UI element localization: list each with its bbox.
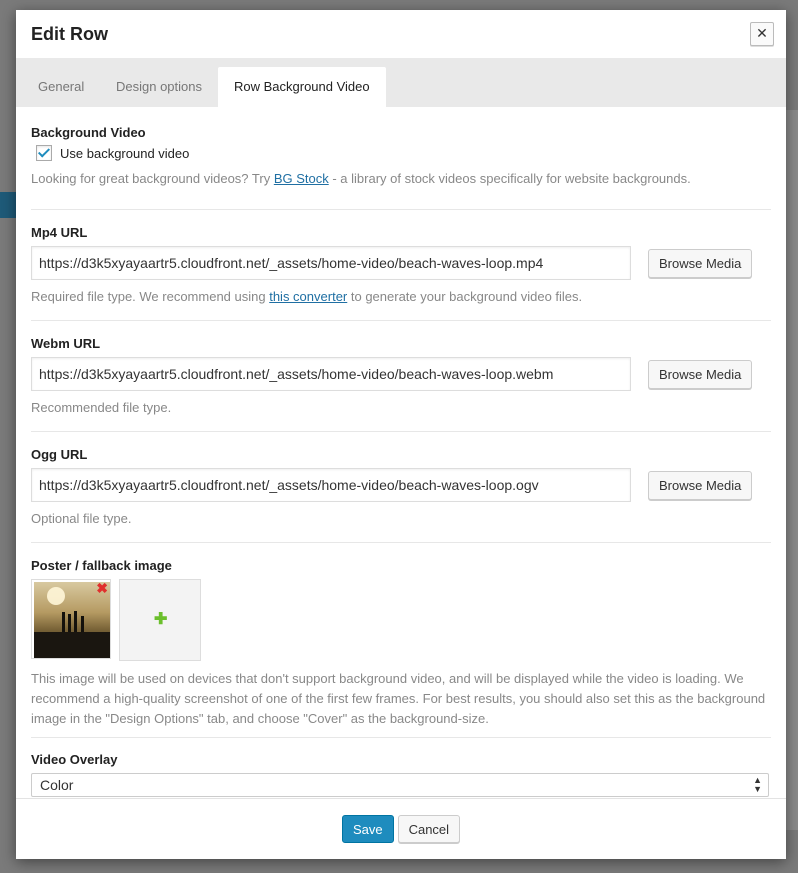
close-icon[interactable]: ✕ <box>750 22 774 46</box>
ogg-section: Ogg URL Browse Media Optional file type. <box>31 432 771 543</box>
webm-row: Browse Media <box>31 357 771 391</box>
overlay-select[interactable]: Color ▲ ▼ <box>31 773 769 797</box>
tab-bar: General Design options Row Background Vi… <box>16 58 786 107</box>
overlay-section: Video Overlay Color ▲ ▼ <box>31 738 771 797</box>
use-background-video-label: Use background video <box>60 145 190 161</box>
tab-row-background-video[interactable]: Row Background Video <box>218 67 386 107</box>
mp4-desc-suffix: to generate your background video files. <box>347 289 583 304</box>
remove-icon[interactable]: ✖ <box>96 581 108 595</box>
plus-icon: ✚ <box>154 611 168 628</box>
mp4-row: Browse Media <box>31 246 771 280</box>
select-arrows-icon: ▲ ▼ <box>753 775 762 794</box>
mp4-url-input[interactable] <box>31 246 631 280</box>
converter-link[interactable]: this converter <box>269 289 347 304</box>
edit-row-modal: Edit Row ✕ General Design options Row Ba… <box>16 10 786 859</box>
ogg-label: Ogg URL <box>31 447 88 462</box>
webm-browse-media-button[interactable]: Browse Media <box>648 359 753 389</box>
mp4-section: Mp4 URL Browse Media Required file type.… <box>31 210 771 321</box>
overlay-label: Video Overlay <box>31 752 118 767</box>
mp4-desc: Required file type. We recommend using t… <box>31 287 771 307</box>
cancel-button[interactable]: Cancel <box>397 815 461 843</box>
modal-footer: Save Cancel <box>16 798 786 859</box>
poster-label: Poster / fallback image <box>31 558 172 573</box>
bg-stock-link[interactable]: BG Stock <box>274 171 329 186</box>
promo-prefix: Looking for great background videos? Try <box>31 171 274 186</box>
poster-desc: This image will be used on devices that … <box>31 671 766 726</box>
overlay-selected-value: Color <box>40 777 74 793</box>
webm-label: Webm URL <box>31 336 101 351</box>
poster-section: Poster / fallback image ✖ ✚ This image w… <box>31 543 771 738</box>
ogg-url-input[interactable] <box>31 468 631 502</box>
ogg-row: Browse Media <box>31 468 771 502</box>
poster-thumbnails: ✖ ✚ <box>31 579 771 661</box>
modal-title: Edit Row <box>31 24 108 44</box>
save-button[interactable]: Save <box>341 815 394 843</box>
background-column <box>786 110 798 830</box>
use-background-video-row[interactable]: Use background video <box>31 145 771 161</box>
add-image-button[interactable]: ✚ <box>119 579 201 661</box>
ogg-browse-media-button[interactable]: Browse Media <box>648 470 753 500</box>
mp4-desc-prefix: Required file type. We recommend using <box>31 289 270 304</box>
modal-header: Edit Row ✕ <box>16 10 786 59</box>
use-background-video-checkbox[interactable] <box>36 145 52 161</box>
background-video-label: Background Video <box>31 125 146 140</box>
ogg-desc: Optional file type. <box>31 511 132 526</box>
mp4-browse-media-button[interactable]: Browse Media <box>648 248 753 278</box>
tab-design-options[interactable]: Design options <box>100 67 218 107</box>
webm-section: Webm URL Browse Media Recommended file t… <box>31 321 771 432</box>
modal-body: Background Video Use background video Lo… <box>31 107 771 799</box>
promo-suffix: - a library of stock videos specifically… <box>328 171 691 186</box>
tab-general[interactable]: General <box>22 67 100 107</box>
webm-url-input[interactable] <box>31 357 631 391</box>
background-video-section: Background Video Use background video Lo… <box>31 107 771 210</box>
webm-desc: Recommended file type. <box>31 400 172 415</box>
poster-thumbnail[interactable]: ✖ <box>31 579 111 659</box>
bg-stock-promo: Looking for great background videos? Try… <box>31 169 771 189</box>
background-accent <box>0 192 16 218</box>
mp4-label: Mp4 URL <box>31 225 88 240</box>
